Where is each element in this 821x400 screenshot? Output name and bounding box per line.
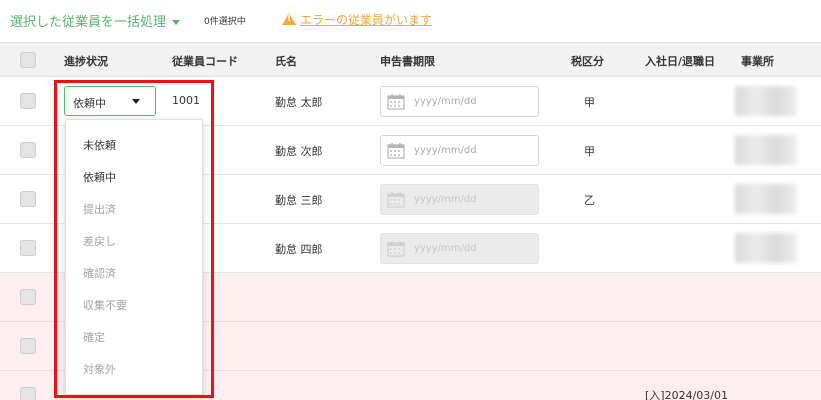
chevron-down-icon xyxy=(132,99,140,104)
menu-item-returned: 差戻し xyxy=(83,235,116,248)
menu-item-submitted: 提出済 xyxy=(83,203,116,216)
select-all-checkbox[interactable] xyxy=(20,52,36,68)
calendar-icon xyxy=(387,143,405,159)
employee-name: 勤怠 三郎 xyxy=(275,194,323,207)
status-dropdown-menu: 未依頼 依頼中 提出済 差戻し 確認済 収集不要 確定 対象外 xyxy=(65,119,203,395)
deadline-date-input-disabled: yyyy/mm/dd xyxy=(380,233,539,264)
office-name-redacted xyxy=(735,135,797,165)
bulk-action-label: 選択した従業員を一括処理 xyxy=(10,15,167,30)
office-name-redacted xyxy=(735,184,797,214)
header-tax-category[interactable]: 税区分 xyxy=(571,53,604,69)
tax-category: 乙 xyxy=(584,194,595,207)
office-name-redacted xyxy=(735,233,797,263)
header-office[interactable]: 事業所 xyxy=(741,53,774,69)
calendar-icon xyxy=(387,241,405,257)
calendar-icon xyxy=(387,94,405,110)
date-placeholder: yyyy/mm/dd xyxy=(414,96,477,107)
table-header: 進捗状況 従業員コード 氏名 申告書期限 税区分 入社日/退職日 事業所 xyxy=(0,42,821,77)
menu-item-requested[interactable]: 依頼中 xyxy=(83,169,116,185)
deadline-date-input[interactable]: yyyy/mm/dd xyxy=(380,135,539,166)
row-checkbox[interactable] xyxy=(20,142,36,158)
bulk-action-dropdown[interactable]: 選択した従業員を一括処理 xyxy=(10,11,181,30)
header-name[interactable]: 氏名 xyxy=(275,53,297,69)
row-checkbox[interactable] xyxy=(20,338,36,354)
error-notice[interactable]: エラーの従業員がいます xyxy=(282,11,432,28)
employee-name: 勤怠 四郎 xyxy=(275,243,323,256)
menu-item-confirmed: 確認済 xyxy=(83,267,116,280)
warning-icon xyxy=(282,13,296,25)
menu-item-unrequested[interactable]: 未依頼 xyxy=(83,137,116,153)
date-placeholder: yyyy/mm/dd xyxy=(414,194,477,205)
employee-name: 勤怠 次郎 xyxy=(275,145,323,158)
status-select[interactable]: 依頼中 xyxy=(64,86,156,116)
header-join-leave-date[interactable]: 入社日/退職日 xyxy=(645,53,715,69)
selected-count: 0件選択中 xyxy=(204,17,246,27)
calendar-icon xyxy=(387,192,405,208)
menu-item-collection-unneeded: 収集不要 xyxy=(83,299,127,312)
employee-name: 勤怠 太郎 xyxy=(275,96,323,109)
row-checkbox[interactable] xyxy=(20,93,36,109)
header-status[interactable]: 進捗状況 xyxy=(64,53,108,69)
header-deadline[interactable]: 申告書期限 xyxy=(380,53,435,69)
menu-item-excluded: 対象外 xyxy=(83,363,116,376)
row-checkbox[interactable] xyxy=(20,289,36,305)
join-date: [入]2024/03/01 xyxy=(645,389,728,400)
date-placeholder: yyyy/mm/dd xyxy=(414,243,477,254)
row-checkbox[interactable] xyxy=(20,387,36,400)
row-checkbox[interactable] xyxy=(20,191,36,207)
menu-item-finalized: 確定 xyxy=(83,331,105,344)
error-employees-link[interactable]: エラーの従業員がいます xyxy=(300,13,432,27)
status-select-value: 依頼中 xyxy=(73,97,106,110)
deadline-date-input[interactable]: yyyy/mm/dd xyxy=(380,86,539,117)
office-name-redacted xyxy=(735,86,797,116)
toolbar: 選択した従業員を一括処理 0件選択中 エラーの従業員がいます xyxy=(0,0,821,42)
header-employee-code[interactable]: 従業員コード xyxy=(172,53,238,69)
employee-code: 1001 xyxy=(172,94,200,107)
row-checkbox[interactable] xyxy=(20,240,36,256)
tax-category: 甲 xyxy=(584,96,595,109)
date-placeholder: yyyy/mm/dd xyxy=(414,145,477,156)
tax-category: 甲 xyxy=(584,145,595,158)
chevron-down-icon xyxy=(172,20,181,25)
deadline-date-input-disabled: yyyy/mm/dd xyxy=(380,184,539,215)
